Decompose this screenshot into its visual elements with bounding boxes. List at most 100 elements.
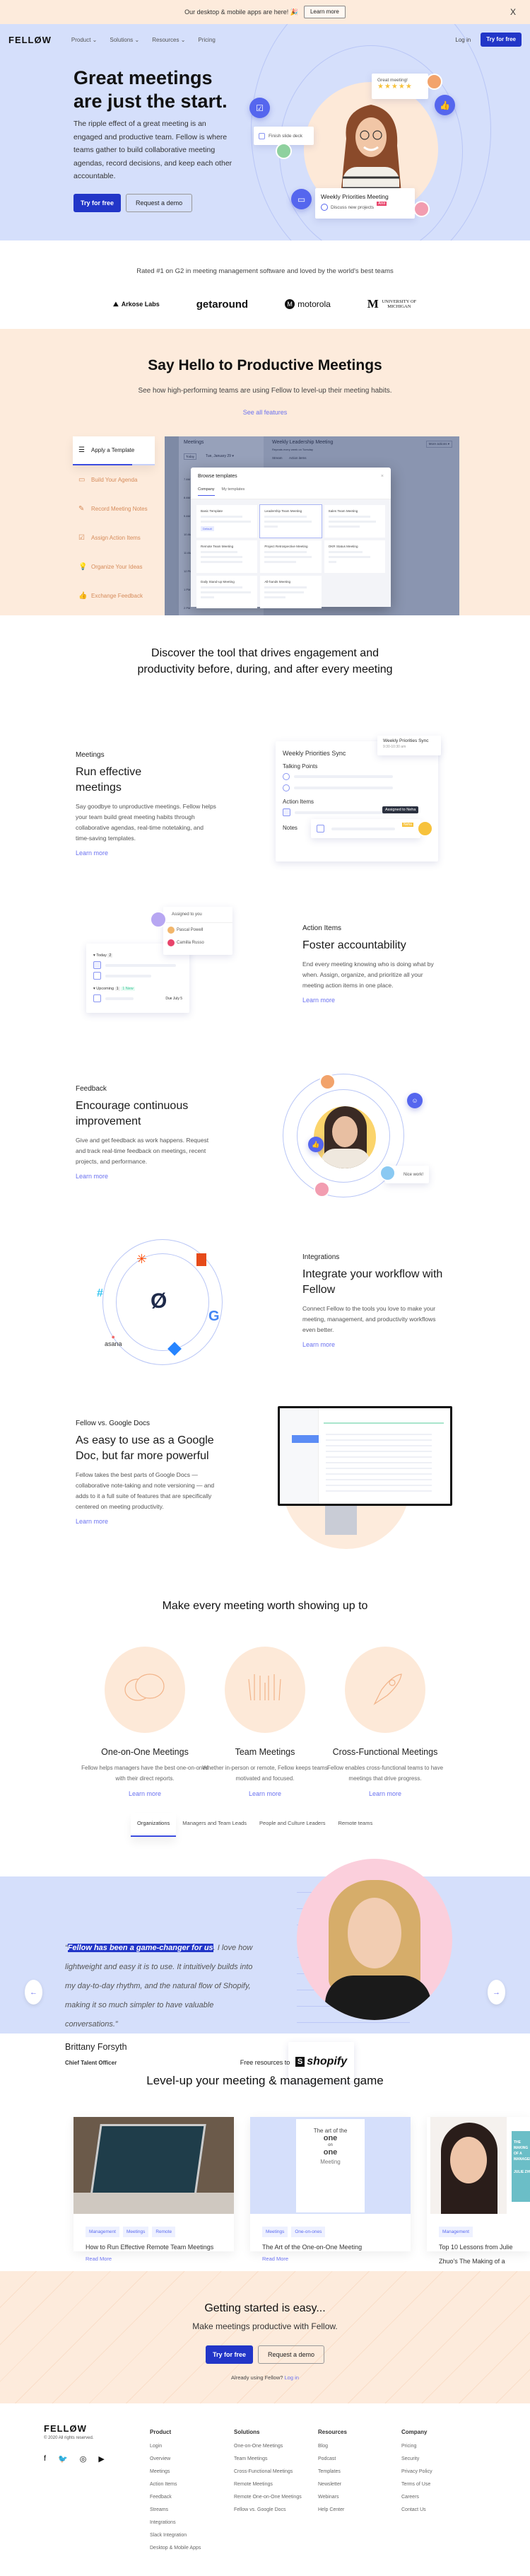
nav-resources[interactable]: Resources ⌄ [152, 37, 185, 43]
tab-remote-teams[interactable]: Remote teams [331, 1813, 379, 1837]
assignee-option[interactable]: Pascal Powell [163, 923, 232, 937]
instagram-icon[interactable]: ◎ [80, 2454, 87, 2464]
one-on-one-learn-more-link[interactable]: Learn more [81, 1790, 208, 1797]
resource-card[interactable]: THEMAKINGOF AMANAGERJULIE ZHUO Managemen… [427, 2117, 530, 2290]
footer-link[interactable]: Integrations [150, 2520, 201, 2525]
template-card[interactable]: OKR Status Meeting [324, 540, 385, 573]
youtube-icon[interactable]: ▶ [98, 2454, 104, 2464]
footer-link[interactable]: Careers [401, 2495, 432, 2500]
footer-link[interactable]: Pricing [401, 2444, 432, 2449]
nav-product[interactable]: Product ⌄ [71, 37, 98, 43]
cta-login-link[interactable]: Log in [285, 2374, 299, 2381]
cta-request-demo-button[interactable]: Request a demo [257, 2345, 325, 2364]
footer-link[interactable]: Cross-Functional Meetings [234, 2469, 302, 2474]
footer-link[interactable]: Blog [318, 2444, 347, 2449]
tag[interactable]: Management [86, 2227, 119, 2237]
next-arrow-button[interactable]: → [488, 1980, 505, 2004]
footer-link[interactable]: Templates [318, 2469, 347, 2474]
footer-link[interactable]: One-on-One Meetings [234, 2444, 302, 2449]
tab-managers[interactable]: Managers and Team Leads [176, 1813, 253, 1837]
prev-arrow-button[interactable]: ← [25, 1980, 42, 2004]
footer-link[interactable]: Webinars [318, 2495, 347, 2500]
cross-functional-learn-more-link[interactable]: Learn more [322, 1790, 449, 1797]
hero-request-demo-button[interactable]: Request a demo [126, 194, 193, 212]
fellow-logo[interactable]: FELLØW [8, 35, 52, 45]
google-docs-learn-more-link[interactable]: Learn more [76, 1518, 217, 1525]
template-card[interactable]: Sales Team Meeting [324, 505, 385, 538]
twitter-icon[interactable]: 🐦 [58, 2454, 68, 2464]
footer-link[interactable]: Meetings [150, 2469, 201, 2474]
template-card[interactable]: Basic Template Default [196, 505, 258, 538]
footer-link[interactable]: Team Meetings [234, 2456, 302, 2461]
footer-link[interactable]: Remote One-on-One Meetings [234, 2495, 302, 2500]
tag[interactable]: Meetings [122, 2227, 149, 2237]
testimonial-name: Brittany Forsyth [65, 2042, 127, 2052]
footer-link[interactable]: Remote Meetings [234, 2482, 302, 2487]
testimonial-photo [297, 1859, 452, 2020]
footer-link[interactable]: Security [401, 2456, 432, 2461]
facebook-icon[interactable]: f [44, 2454, 46, 2464]
tab-people-culture[interactable]: People and Culture Leaders [253, 1813, 331, 1837]
footer-link[interactable]: Contact Us [401, 2507, 432, 2512]
see-all-features-link[interactable]: See all features [243, 409, 288, 416]
resource-card[interactable]: The art of the one on one Meeting Meetin… [250, 2117, 411, 2262]
footer-link[interactable]: Feedback [150, 2495, 201, 2500]
footer-link[interactable]: Newsletter [318, 2482, 347, 2487]
footer-link[interactable]: Fellow vs. Google Docs [234, 2507, 302, 2512]
template-card[interactable]: Leadership Team Meeting [259, 504, 322, 538]
feature-tab-build-agenda[interactable]: ▭ Build Your Agenda [73, 465, 155, 494]
tab-organizations[interactable]: Organizations [131, 1813, 177, 1837]
footer-link[interactable]: Privacy Policy [401, 2469, 432, 2474]
template-card[interactable]: Remote Team Meeting [196, 540, 258, 573]
banner-learn-more-button[interactable]: Learn more [303, 6, 346, 18]
template-card[interactable]: Project Retrospective Meeting [260, 540, 322, 573]
monitor-screenshot [278, 1406, 452, 1506]
tag[interactable]: One-on-ones [291, 2227, 326, 2237]
nav-try-free-button[interactable]: Try for free [481, 33, 522, 47]
tooltip: Assigned to Neha [382, 806, 419, 813]
close-icon[interactable]: X [510, 7, 516, 17]
avatar [150, 911, 167, 928]
footer-logo[interactable]: FELLØW [44, 2423, 105, 2434]
feature-tab-record-notes[interactable]: ✎ Record Meeting Notes [73, 494, 155, 523]
tag[interactable]: Management [439, 2227, 473, 2237]
high-five-icon [225, 1647, 305, 1733]
tag[interactable]: Meetings [262, 2227, 288, 2237]
tab-my-templates[interactable]: My templates [222, 487, 245, 499]
template-card[interactable]: All-hands Meeting [260, 576, 322, 608]
team-meetings-learn-more-link[interactable]: Learn more [201, 1790, 329, 1797]
nav-solutions[interactable]: Solutions ⌄ [110, 37, 139, 43]
feature-tab-organize-ideas[interactable]: 💡 Organize Your Ideas [73, 552, 155, 581]
action-items-learn-more-link[interactable]: Learn more [302, 997, 444, 1004]
footer-link[interactable]: Streams [150, 2507, 201, 2512]
tab-company[interactable]: Company [198, 487, 215, 496]
hero-try-free-button[interactable]: Try for free [73, 194, 122, 212]
footer-link[interactable]: Terms of Use [401, 2482, 432, 2487]
feature-tab-assign-action-items[interactable]: ☑ Assign Action Items [73, 523, 155, 552]
footer-link[interactable]: Action Items [150, 2482, 201, 2487]
footer-link[interactable]: Help Center [318, 2507, 347, 2512]
close-icon[interactable]: × [381, 474, 384, 479]
tag[interactable]: Remote [152, 2227, 176, 2237]
resource-card[interactable]: Management Meetings Remote How to Run Ef… [73, 2117, 234, 2262]
template-card[interactable]: Daily Stand-up Meeting [196, 576, 258, 608]
footer-link[interactable]: Slack Integration [150, 2533, 201, 2538]
footer-link[interactable]: Overview [150, 2456, 201, 2461]
feature-tab-apply-template[interactable]: ☰ Apply a Template [73, 436, 155, 465]
nav-pricing[interactable]: Pricing [198, 37, 215, 43]
login-link[interactable]: Log in [455, 37, 471, 43]
customer-logos-section: Rated #1 on G2 in meeting management sof… [0, 240, 530, 329]
assignee-option[interactable]: Camilla Russo [163, 937, 232, 948]
read-more-link[interactable]: Read More [73, 2256, 234, 2262]
meetings-learn-more-link[interactable]: Learn more [76, 849, 167, 857]
feature-tab-exchange-feedback[interactable]: 👍 Exchange Feedback [73, 581, 155, 610]
section-subtitle: See how high-performing teams are using … [138, 387, 392, 395]
cta-try-free-button[interactable]: Try for free [205, 2345, 253, 2364]
integrations-learn-more-link[interactable]: Learn more [302, 1341, 447, 1348]
feedback-learn-more-link[interactable]: Learn more [76, 1173, 217, 1180]
footer-link[interactable]: Desktop & Mobile Apps [150, 2546, 201, 2551]
read-more-link[interactable]: Read More [250, 2256, 411, 2262]
logo-getaround: getaround [196, 298, 249, 311]
footer-link[interactable]: Podcast [318, 2456, 347, 2461]
footer-link[interactable]: Login [150, 2444, 201, 2449]
